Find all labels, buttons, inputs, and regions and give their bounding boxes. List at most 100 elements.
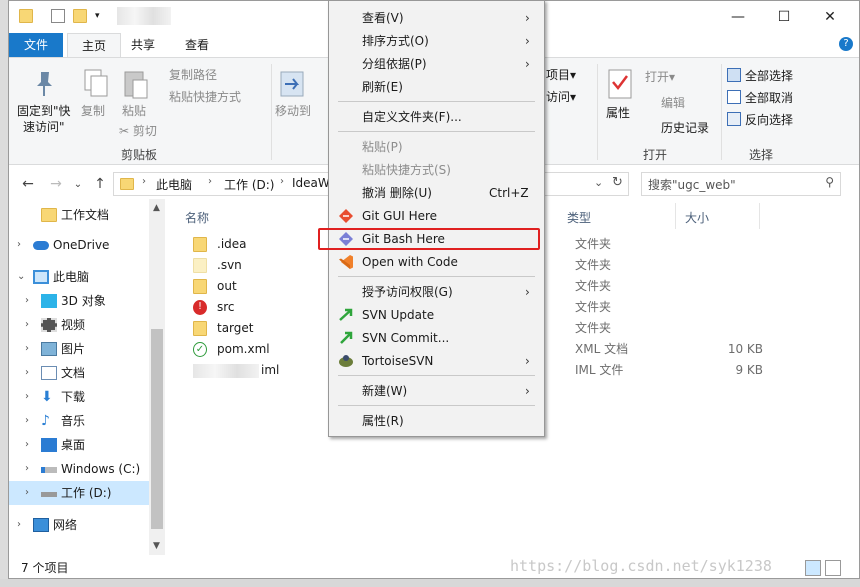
new-folder-icon[interactable]	[73, 9, 87, 23]
nav-item-label: OneDrive	[53, 238, 110, 252]
nav-item-this-pc[interactable]: ⌄ 此电脑	[9, 265, 149, 289]
menu-item-git-gui[interactable]: Git GUI Here	[329, 205, 544, 227]
history-button[interactable]: 历史记录	[661, 119, 709, 136]
nav-item-downloads[interactable]: › ⬇ 下载	[9, 385, 149, 409]
select-all-button[interactable]: 全部选择	[745, 67, 793, 84]
video-icon	[41, 318, 57, 332]
back-button[interactable]: ←	[17, 173, 39, 195]
breadcrumb-ideaw[interactable]: IdeaW	[292, 176, 330, 190]
scroll-down-icon[interactable]: ▼	[153, 541, 160, 551]
menu-item-group[interactable]: 分组依据(P) ›	[329, 53, 544, 75]
chevron-right-icon[interactable]: ›	[25, 409, 29, 433]
column-header-name[interactable]: 名称	[185, 209, 209, 226]
menu-item-sort[interactable]: 排序方式(O) ›	[329, 30, 544, 52]
chevron-right-icon[interactable]: ›	[25, 289, 29, 313]
drive-icon	[41, 467, 57, 473]
move-to-button[interactable]: 移动到	[275, 102, 311, 119]
nav-item-drive-c[interactable]: › Windows (C:)	[9, 457, 149, 481]
menu-item-properties[interactable]: 属性(R)	[329, 410, 544, 432]
invert-selection-button[interactable]: 反向选择	[745, 111, 793, 128]
edit-button[interactable]: 编辑	[661, 94, 685, 111]
large-icons-view-icon[interactable]	[825, 560, 841, 576]
forward-button[interactable]: →	[45, 173, 67, 195]
chevron-right-icon[interactable]: ›	[25, 385, 29, 409]
menu-separator	[338, 101, 535, 102]
menu-item-tortoise-svn[interactable]: TortoiseSVN ›	[329, 350, 544, 372]
menu-item-open-with-code[interactable]: Open with Code	[329, 251, 544, 273]
menu-item-paste-shortcut[interactable]: 粘贴快捷方式(S)	[329, 159, 544, 181]
tab-home[interactable]: 主页	[67, 33, 122, 57]
refresh-icon[interactable]: ↻	[612, 175, 623, 190]
menu-item-svn-commit[interactable]: SVN Commit...	[329, 327, 544, 349]
menu-item-view[interactable]: 查看(V) ›	[329, 7, 544, 29]
chevron-right-icon[interactable]: ›	[25, 361, 29, 385]
blurred-filename	[193, 364, 259, 378]
properties-button[interactable]: 属性	[606, 104, 630, 121]
nav-item-music[interactable]: › ♪ 音乐	[9, 409, 149, 433]
nav-item-video[interactable]: › 视频	[9, 313, 149, 337]
tab-view[interactable]: 查看	[171, 33, 223, 57]
folder-icon	[19, 9, 33, 23]
chevron-right-icon[interactable]: ›	[25, 313, 29, 337]
paste-shortcut-button[interactable]: 粘贴快捷方式	[169, 88, 241, 105]
paste-button[interactable]: 粘贴	[122, 102, 146, 119]
chevron-right-icon[interactable]: ›	[25, 337, 29, 361]
breadcrumb-this-pc[interactable]: 此电脑	[156, 176, 192, 193]
recent-chevron-icon[interactable]: ⌄	[67, 173, 89, 195]
folder-icon	[120, 178, 134, 190]
nav-item-label: 3D 对象	[61, 294, 106, 308]
properties-icon[interactable]	[51, 9, 65, 23]
address-dropdown-icon[interactable]: ⌄	[594, 176, 603, 189]
select-none-button[interactable]: 全部取消	[745, 89, 793, 106]
search-field[interactable]: 搜索"ugc_web" ⚲	[641, 172, 841, 196]
pin-quick-access-button[interactable]: 固定到"快	[17, 102, 71, 119]
nav-item-desktop[interactable]: › 桌面	[9, 433, 149, 457]
breadcrumb-drive-d[interactable]: 工作 (D:)	[224, 176, 274, 193]
copy-path-button[interactable]: 复制路径	[169, 66, 217, 83]
nav-item-network[interactable]: › 网络	[9, 513, 149, 537]
chevron-right-icon[interactable]: ›	[25, 433, 29, 457]
nav-item-3d-objects[interactable]: › 3D 对象	[9, 289, 149, 313]
help-icon[interactable]: ?	[839, 37, 853, 51]
tab-file[interactable]: 文件	[9, 33, 63, 57]
menu-item-paste[interactable]: 粘贴(P)	[329, 136, 544, 158]
new-item-button[interactable]: 项目▾	[546, 66, 576, 83]
up-button[interactable]: ↑	[89, 173, 111, 195]
menu-item-svn-update[interactable]: SVN Update	[329, 304, 544, 326]
tab-share[interactable]: 共享	[117, 33, 169, 57]
nav-item-work-docs[interactable]: 工作文档	[9, 203, 149, 227]
nav-scroll-thumb[interactable]	[151, 329, 163, 529]
nav-item-drive-d[interactable]: › 工作 (D:)	[9, 481, 149, 505]
open-button[interactable]: 打开▾	[645, 68, 675, 85]
menu-item-refresh[interactable]: 刷新(E)	[329, 76, 544, 98]
menu-item-label: 属性(R)	[362, 414, 404, 428]
scroll-up-icon[interactable]: ▲	[153, 203, 160, 213]
chevron-right-icon[interactable]: ›	[25, 457, 29, 481]
nav-scrollbar[interactable]: ▲ ▼	[149, 199, 165, 555]
menu-item-customize[interactable]: 自定义文件夹(F)...	[329, 106, 544, 128]
nav-item-documents[interactable]: › 文档	[9, 361, 149, 385]
search-input[interactable]: 搜索"ugc_web"	[648, 176, 736, 193]
chevron-right-icon[interactable]: ›	[17, 513, 21, 537]
nav-item-pictures[interactable]: › 图片	[9, 337, 149, 361]
menu-item-grant-access[interactable]: 授予访问权限(G) ›	[329, 281, 544, 303]
menu-item-undo-delete[interactable]: 撤消 删除(U) Ctrl+Z	[329, 182, 544, 204]
search-icon[interactable]: ⚲	[825, 175, 834, 189]
menu-item-new[interactable]: 新建(W) ›	[329, 380, 544, 402]
maximize-button[interactable]: ☐	[761, 1, 807, 33]
minimize-button[interactable]: —	[715, 1, 761, 33]
copy-button[interactable]: 复制	[81, 102, 105, 119]
cut-button[interactable]: ✂ 剪切	[119, 122, 157, 139]
chevron-right-icon[interactable]: ›	[25, 481, 29, 505]
column-header-type[interactable]: 类型	[567, 209, 591, 226]
nav-item-onedrive[interactable]: › OneDrive	[9, 233, 149, 257]
download-icon: ⬇	[41, 389, 53, 405]
chevron-down-icon[interactable]: ⌄	[17, 265, 25, 289]
details-view-icon[interactable]	[805, 560, 821, 576]
easy-access-button[interactable]: 访问▾	[546, 88, 576, 105]
item-count: 7 个项目	[21, 561, 69, 575]
close-button[interactable]: ✕	[807, 1, 853, 33]
chevron-down-icon[interactable]: ▾	[95, 9, 109, 23]
chevron-right-icon[interactable]: ›	[17, 233, 21, 257]
column-header-size[interactable]: 大小	[685, 209, 709, 226]
